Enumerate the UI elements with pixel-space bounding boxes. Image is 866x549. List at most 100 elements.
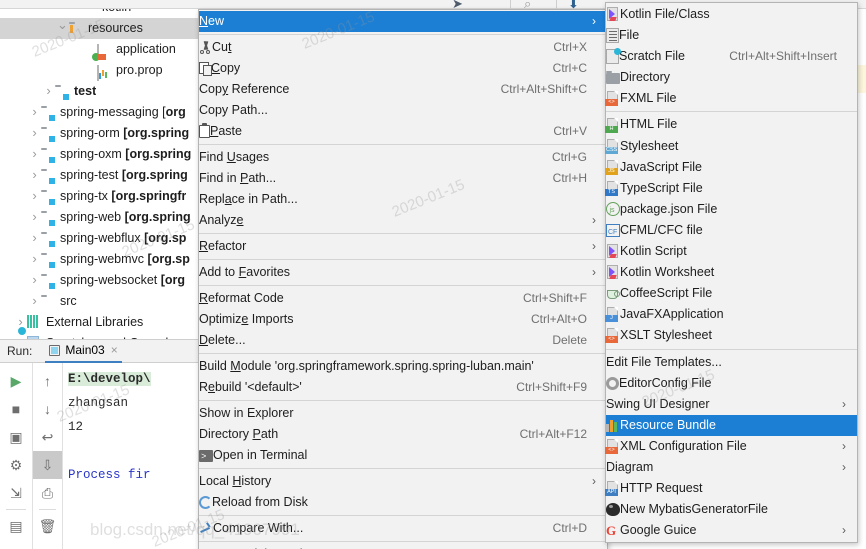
submenu-item-http-request[interactable]: API HTTP Request xyxy=(605,478,857,499)
menu-item-open-in-terminal[interactable]: Open in Terminal xyxy=(199,445,607,468)
tree-row[interactable]: spring-web [org.spring xyxy=(0,207,198,228)
chevron-right-icon[interactable] xyxy=(28,101,41,124)
menu-item-copy-path[interactable]: Copy Path... xyxy=(199,100,607,121)
submenu-item-swing-ui-designer[interactable]: Swing UI Designer › xyxy=(606,394,857,415)
tree-row[interactable]: External Libraries xyxy=(0,312,198,333)
chevron-right-icon[interactable] xyxy=(28,185,41,208)
menu-item-optimize-imports[interactable]: Optimize Imports Ctrl+Alt+O xyxy=(199,309,607,330)
menu-item-rebuild-default[interactable]: Rebuild '<default>' Ctrl+Shift+F9 xyxy=(199,377,607,398)
tree-row[interactable]: resources xyxy=(0,18,198,39)
clear-all-button[interactable]: 🗑 xyxy=(33,512,62,540)
submenu-item-scratch-file[interactable]: Scratch File Ctrl+Alt+Shift+Insert xyxy=(606,46,857,67)
submenu-item-kotlin-worksheet[interactable]: Kotlin Worksheet xyxy=(606,262,857,283)
menu-item-reformat-code[interactable]: Reformat Code Ctrl+Shift+F xyxy=(199,288,607,309)
tree-row[interactable]: spring-tx [org.springfr xyxy=(0,186,198,207)
menu-item-refactor[interactable]: Refactor › xyxy=(199,236,607,257)
menu-item-add-to-favorites[interactable]: Add to Favorites › xyxy=(199,262,607,283)
menu-item-delete[interactable]: Delete... Delete xyxy=(199,330,607,351)
tree-row[interactable]: spring-websocket [org xyxy=(0,270,198,291)
submenu-item-directory[interactable]: Directory xyxy=(606,67,857,88)
menu-item-label: Swing UI Designer xyxy=(606,396,710,411)
submenu-item-javafxapplication[interactable]: J JavaFXApplication xyxy=(605,304,857,325)
chevron-right-icon[interactable] xyxy=(28,227,41,250)
stop-button[interactable]: ■ xyxy=(0,395,32,423)
scroll-to-end-button[interactable]: ⇩ xyxy=(33,451,62,479)
scroll-up-button[interactable]: ↑ xyxy=(33,367,62,395)
submenu-item-html-file[interactable]: H HTML File xyxy=(605,114,857,135)
tree-row[interactable]: spring-messaging [org xyxy=(0,102,198,123)
menu-item-label: Optimize Imports xyxy=(199,312,294,326)
chevron-right-icon[interactable] xyxy=(28,206,41,229)
menu-item-open-module-settings[interactable]: Open Module SettingsF12 xyxy=(199,544,607,549)
submenu-item-javascript-file[interactable]: JS JavaScript File xyxy=(605,157,857,178)
chevron-right-icon[interactable] xyxy=(28,248,41,271)
menu-item-copy[interactable]: Copy Ctrl+C xyxy=(199,58,607,79)
menu-item-find-in-path[interactable]: Find in Path... Ctrl+H xyxy=(199,168,607,189)
close-icon[interactable]: × xyxy=(111,343,118,357)
menu-item-replace-in-path[interactable]: Replace in Path... xyxy=(199,189,607,210)
submenu-item-fxml-file[interactable]: <> FXML File xyxy=(605,88,857,109)
menu-item-analyze[interactable]: Analyze › xyxy=(199,210,607,231)
tree-row[interactable]: test xyxy=(0,81,198,102)
new-submenu[interactable]: Kotlin File/Class File Scratch File Ctrl+Al… xyxy=(605,2,858,544)
tree-row[interactable]: application xyxy=(0,39,198,61)
submenu-item-editorconfig-file[interactable]: EditorConfig File xyxy=(606,373,857,394)
menu-item-build-module-org-springframework-s[interactable]: Build Module 'org.springframework.spring… xyxy=(199,356,607,377)
menu-item-label: Analyze xyxy=(199,213,244,227)
chevron-right-icon[interactable] xyxy=(28,164,41,187)
submenu-item-diagram[interactable]: Diagram › xyxy=(606,457,857,478)
tree-row[interactable]: spring-orm [org.spring xyxy=(0,123,198,144)
menu-item-copy-reference[interactable]: Copy Reference Ctrl+Alt+Shift+C xyxy=(199,79,607,100)
soft-wrap-button[interactable]: ↩ xyxy=(33,423,62,451)
debug-attach-button[interactable]: ⚙ xyxy=(0,451,32,479)
tree-row[interactable]: kotlin xyxy=(0,9,198,18)
submenu-item-coffeescript-file[interactable]: CoffeeScript File xyxy=(606,283,857,304)
submenu-item-typescript-file[interactable]: TS TypeScript File xyxy=(605,178,857,199)
chevron-right-icon[interactable] xyxy=(28,143,41,166)
submenu-item-new-mybatisgeneratorfile[interactable]: New MybatisGeneratorFile xyxy=(606,499,857,520)
submenu-item-file[interactable]: File xyxy=(606,25,857,46)
menu-item-local-history[interactable]: Local History › xyxy=(199,471,607,492)
submenu-item-xml-configuration-file[interactable]: <> XML Configuration File › xyxy=(605,436,857,457)
submenu-item-edit-file-templates[interactable]: Edit File Templates... xyxy=(606,352,857,373)
menu-item-paste[interactable]: Paste Ctrl+V xyxy=(199,121,607,142)
context-menu[interactable]: New › Cut Ctrl+X Copy Ctrl+C Copy Reference Ctr… xyxy=(198,9,608,549)
submenu-item-resource-bundle[interactable]: Resource Bundle xyxy=(606,414,857,436)
scroll-down-button[interactable]: ↓ xyxy=(33,395,62,423)
tree-row[interactable]: spring-oxm [org.spring xyxy=(0,144,198,165)
tree-row[interactable]: pro.prop xyxy=(0,60,198,81)
chevron-right-icon[interactable] xyxy=(28,122,41,145)
chevron-right-icon[interactable] xyxy=(28,290,41,313)
tree-row[interactable]: spring-webmvc [org.sp xyxy=(0,249,198,270)
rerun-button[interactable]: ▶ xyxy=(0,367,32,395)
menu-item-cut[interactable]: Cut Ctrl+X xyxy=(199,37,607,58)
submenu-item-google-guice[interactable]: G Google Guice › xyxy=(606,520,857,541)
submenu-item-cfml-cfc-file[interactable]: CFML/CFC file xyxy=(606,220,857,243)
screenshot-button[interactable]: ▣ xyxy=(0,423,32,451)
submenu-item-stylesheet[interactable]: CSS Stylesheet xyxy=(605,136,857,157)
submenu-item-kotlin-script[interactable]: Kotlin Script xyxy=(606,241,857,262)
module-folder-icon xyxy=(41,231,57,247)
console-line: 12 xyxy=(68,415,198,439)
chevron-right-icon[interactable] xyxy=(42,80,55,103)
print-button[interactable]: ⎙ xyxy=(33,479,62,507)
submenu-item-xslt-stylesheet[interactable]: <> XSLT Stylesheet xyxy=(605,325,857,346)
console-output[interactable]: E:\develop\ zhangsan 12 Process fir xyxy=(63,363,198,549)
menu-item-compare-with[interactable]: Compare With... Ctrl+D xyxy=(199,518,607,539)
tree-row[interactable]: spring-test [org.spring xyxy=(0,165,198,186)
chevron-right-icon[interactable] xyxy=(28,269,41,292)
menu-item-new[interactable]: New › xyxy=(199,11,607,32)
submenu-item-kotlin-file-class[interactable]: Kotlin File/Class xyxy=(606,4,857,25)
tree-row[interactable]: spring-webflux [org.sp xyxy=(0,228,198,249)
submenu-item-package-json-file[interactable]: package.json File xyxy=(606,199,857,221)
menu-item-show-in-explorer[interactable]: Show in Explorer xyxy=(199,403,607,424)
chevron-down-icon[interactable] xyxy=(56,17,69,40)
run-tab-main03[interactable]: Main03 × xyxy=(45,340,122,363)
tree-row[interactable]: src xyxy=(0,291,198,312)
layout-button[interactable]: ▤ xyxy=(0,512,32,540)
menu-item-reload-from-disk[interactable]: Reload from Disk xyxy=(199,492,607,513)
menu-item-directory-path[interactable]: Directory Path Ctrl+Alt+F12 xyxy=(199,424,607,445)
export-button[interactable]: ⇲ xyxy=(0,479,32,507)
project-tool-window[interactable]: kotlin resources application pro.prop test sp… xyxy=(0,9,198,339)
menu-item-find-usages[interactable]: Find Usages Ctrl+G xyxy=(199,147,607,168)
